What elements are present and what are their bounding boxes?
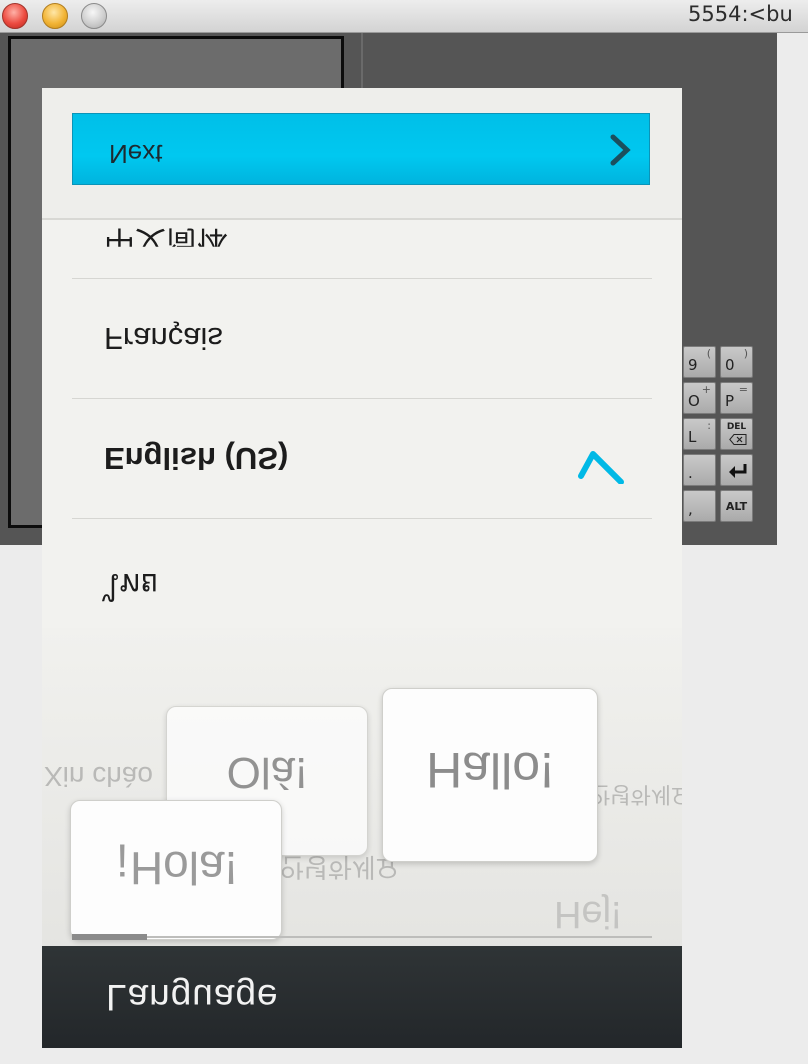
key-0[interactable]: 0 ) <box>720 346 753 378</box>
android-screen: Next 中文简体 Français English (US) ไทย Xin … <box>42 88 682 1048</box>
bottom-title-bar: Language <box>42 946 682 1048</box>
key-l[interactable]: L : <box>683 418 716 450</box>
backspace-icon <box>729 434 747 445</box>
language-label: English (US) <box>104 441 289 476</box>
key-p[interactable]: P = <box>720 382 753 414</box>
bubble-annyeong-small: 안녕하세요 <box>590 782 682 807</box>
emulator-keypad: 9 ( 0 ) O + P = L : DEL . , ALT <box>683 346 757 524</box>
greeting-illustration: Xin chào 안녕하세요 안녕하세요 Hej! Olá! Hallo! ¡H… <box>42 628 682 958</box>
language-item-french[interactable]: Français <box>72 278 652 399</box>
key-enter[interactable] <box>720 454 753 486</box>
checkmark-icon <box>578 451 624 484</box>
key-o[interactable]: O + <box>683 382 716 414</box>
zoom-button[interactable] <box>81 3 107 29</box>
close-button[interactable] <box>2 3 28 29</box>
enter-icon <box>729 464 747 478</box>
bubble-xin-chao: Xin chào <box>44 761 153 792</box>
key-alt[interactable]: ALT <box>720 490 753 522</box>
language-label: Français <box>104 321 223 356</box>
language-label: ไทย <box>104 567 159 602</box>
language-item-english-us[interactable]: English (US) <box>72 398 652 519</box>
bubble-hallo: Hallo! <box>382 688 598 862</box>
language-label: 中文简体 <box>104 224 228 259</box>
language-item-chinese[interactable]: 中文简体 <box>72 158 652 279</box>
window-title: 5554:<bu <box>688 2 793 26</box>
bubble-hej: Hej! <box>554 893 622 935</box>
language-item-thai[interactable]: ไทย <box>72 518 652 638</box>
bubble-hola: ¡Hola! <box>70 800 282 940</box>
page-title: Language <box>106 977 279 1018</box>
key-del[interactable]: DEL <box>720 418 753 450</box>
key-9[interactable]: 9 ( <box>683 346 716 378</box>
window-titlebar: 5554:<bu <box>0 0 808 33</box>
minimize-button[interactable] <box>42 3 68 29</box>
setup-progress-fill <box>72 934 148 940</box>
setup-progress-bar <box>72 934 652 940</box>
key-period[interactable]: . <box>683 454 716 486</box>
key-comma[interactable]: , <box>683 490 716 522</box>
